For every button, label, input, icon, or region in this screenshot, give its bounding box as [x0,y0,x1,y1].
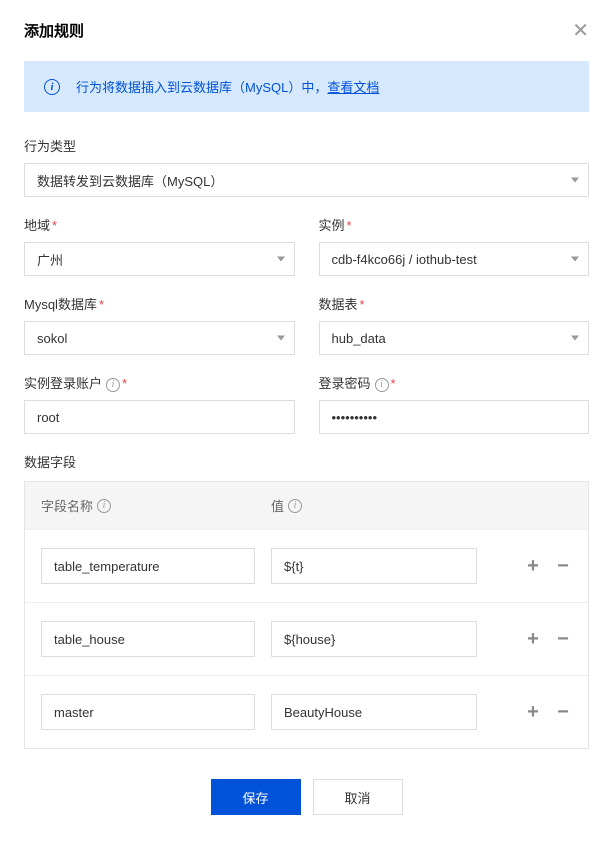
region-select[interactable]: 广州 [24,242,295,276]
add-rule-modal: 添加规则 ✕ i 行为将数据插入到云数据库（MySQL）中，查看文档 行为类型 … [0,0,613,835]
action-type-select[interactable]: 数据转发到云数据库（MySQL） [24,163,589,197]
fields-table: 字段名称 i 值 i + − + − [24,481,589,749]
modal-header: 添加规则 ✕ [24,20,589,41]
field-row: + − [25,529,588,602]
login-pass-label: 登录密码i* [319,373,590,392]
remove-icon[interactable]: − [554,630,572,648]
remove-icon[interactable]: − [554,703,572,721]
login-user-input[interactable] [24,400,295,434]
field-name-input[interactable] [41,694,255,730]
remove-icon[interactable]: − [554,557,572,575]
table-label: 数据表* [319,294,590,313]
data-fields-label: 数据字段 [24,452,589,471]
modal-title: 添加规则 [24,20,84,41]
login-pass-input[interactable] [319,400,590,434]
region-label: 地域* [24,215,295,234]
login-user-label: 实例登录账户i* [24,373,295,392]
help-icon[interactable]: i [97,499,111,513]
docs-link[interactable]: 查看文档 [327,80,379,95]
required-marker: * [122,376,127,391]
field-name-input[interactable] [41,621,255,657]
action-type-label: 行为类型 [24,136,589,155]
field-name-input[interactable] [41,548,255,584]
field-value-input[interactable] [271,694,477,730]
help-icon[interactable]: i [375,378,389,392]
fields-header: 字段名称 i 值 i [25,481,588,529]
instance-label: 实例* [319,215,590,234]
add-icon[interactable]: + [524,557,542,575]
field-name-header: 字段名称 i [41,496,255,515]
field-row: + − [25,602,588,675]
required-marker: * [99,297,104,312]
save-button[interactable]: 保存 [211,779,301,815]
info-banner: i 行为将数据插入到云数据库（MySQL）中，查看文档 [24,61,589,112]
cancel-button[interactable]: 取消 [313,779,403,815]
table-select[interactable]: hub_data [319,321,590,355]
mysql-db-label: Mysql数据库* [24,294,295,313]
info-text: 行为将数据插入到云数据库（MySQL）中，查看文档 [76,77,379,96]
help-icon[interactable]: i [106,378,120,392]
close-icon[interactable]: ✕ [572,21,589,41]
instance-select[interactable]: cdb-f4kco66j / iothub-test [319,242,590,276]
field-value-header: 值 i [271,496,572,515]
field-value-input[interactable] [271,548,477,584]
info-text-prefix: 行为将数据插入到云数据库（MySQL）中， [76,80,327,95]
add-icon[interactable]: + [524,630,542,648]
required-marker: * [360,297,365,312]
help-icon[interactable]: i [288,499,302,513]
info-icon: i [44,79,60,95]
required-marker: * [52,218,57,233]
required-marker: * [391,376,396,391]
modal-footer: 保存 取消 [24,779,589,815]
mysql-db-select[interactable]: sokol [24,321,295,355]
field-row: + − [25,675,588,748]
required-marker: * [347,218,352,233]
add-icon[interactable]: + [524,703,542,721]
field-value-input[interactable] [271,621,477,657]
